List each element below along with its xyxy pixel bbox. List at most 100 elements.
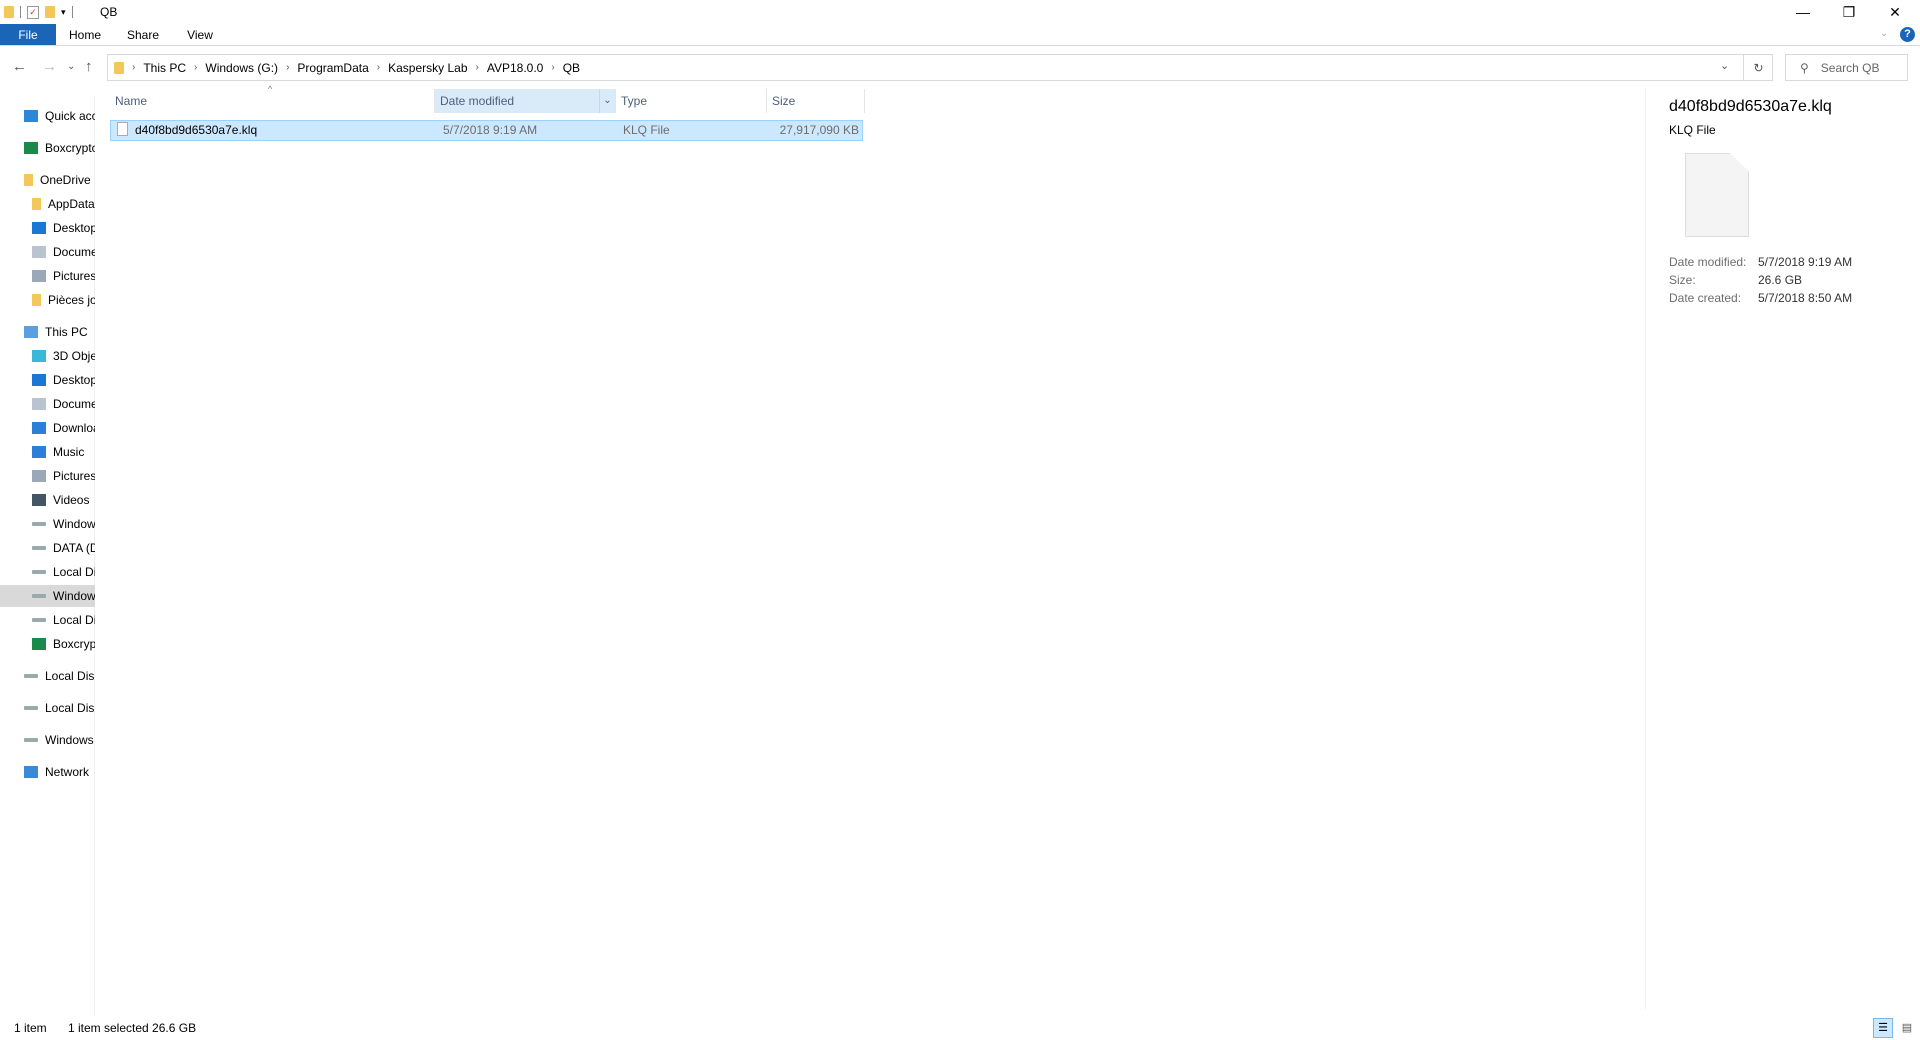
breadcrumb-kaspersky-lab[interactable]: Kaspersky Lab (388, 61, 467, 75)
chevron-right-icon[interactable]: › (476, 62, 479, 73)
sidebar-item-label: AppData (48, 197, 95, 211)
sidebar-item[interactable]: Local Disk (0, 609, 95, 631)
breadcrumb-qb[interactable]: QB (563, 61, 580, 75)
close-button[interactable]: ✕ (1872, 0, 1918, 24)
sidebar-item[interactable]: Pictures (0, 265, 95, 287)
chevron-right-icon[interactable]: › (194, 62, 197, 73)
sidebar-item[interactable]: Desktop (0, 217, 95, 239)
sidebar-item[interactable]: Windows (0, 729, 95, 751)
help-icon[interactable]: ? (1900, 27, 1915, 42)
title-bar (0, 0, 1920, 24)
address-dropdown-icon[interactable]: ⌄ (1720, 59, 1729, 72)
expand-ribbon-icon[interactable]: ⌄ (1880, 28, 1888, 39)
breadcrumb-avp18[interactable]: AVP18.0.0 (487, 61, 543, 75)
file-icon (117, 122, 128, 136)
window-title: QB (100, 5, 118, 19)
customize-dropdown-icon[interactable]: ▾ (61, 7, 66, 18)
back-button[interactable]: ← (12, 58, 27, 75)
tab-file[interactable]: File (0, 24, 56, 45)
sidebar-item[interactable]: Local Disk (0, 697, 95, 719)
properties-icon[interactable]: ✓ (27, 5, 39, 19)
downloads-icon (32, 422, 46, 434)
sidebar-item[interactable]: Network (0, 761, 95, 783)
column-header-size[interactable]: Size (767, 89, 865, 113)
forward-button[interactable]: → (42, 58, 57, 75)
sidebar-item[interactable]: Pictures (0, 465, 95, 487)
sidebar-item[interactable]: Local Disk (0, 561, 95, 583)
details-labels: Date modified: Size: Date created: (1669, 253, 1746, 307)
documents-icon (32, 246, 46, 258)
divider (71, 6, 73, 18)
sidebar-item[interactable]: This PC (0, 321, 95, 343)
tab-share[interactable]: Share (122, 24, 164, 45)
music-icon (32, 446, 46, 458)
sidebar-item-label: Local Disk (45, 669, 95, 683)
tab-home[interactable]: Home (64, 24, 106, 45)
sidebar-item[interactable]: Videos (0, 489, 95, 511)
chevron-right-icon[interactable]: › (377, 62, 380, 73)
sidebar-item-label: Videos (53, 493, 90, 507)
sidebar-item[interactable]: OneDrive (0, 169, 95, 191)
address-bar[interactable]: › This PC › Windows (G:) › ProgramData ›… (107, 54, 1773, 81)
documents-icon (32, 398, 46, 410)
up-button[interactable]: ↑ (85, 58, 93, 75)
minimize-button[interactable]: — (1780, 0, 1826, 24)
sidebar-item[interactable]: Boxcryptor (0, 633, 95, 655)
file-name[interactable]: d40f8bd9d6530a7e.klq (135, 123, 257, 137)
sidebar-item[interactable]: Downloads (0, 417, 95, 439)
sidebar-item-label: Music (53, 445, 85, 459)
folder-icon (114, 61, 124, 74)
chevron-right-icon[interactable]: › (551, 62, 554, 73)
prop-label: Date modified: (1669, 255, 1747, 269)
column-header-date-modified[interactable]: Date modified ⌄ (435, 89, 616, 113)
drive-icon (24, 706, 38, 710)
sidebar-item-label: 3D Objects (53, 349, 95, 363)
chevron-right-icon[interactable]: › (286, 62, 289, 73)
sidebar-item[interactable]: Music (0, 441, 95, 463)
column-header-name[interactable]: Name (110, 89, 435, 113)
status-item-count: 1 item (14, 1021, 47, 1035)
sidebar-item-label: Downloads (53, 421, 95, 435)
pictures-icon (32, 470, 46, 482)
drive-icon (24, 674, 38, 678)
sidebar-item[interactable]: Quick access (0, 105, 95, 127)
breadcrumb-windows-g[interactable]: Windows (G:) (205, 61, 278, 75)
file-date-modified: 5/7/2018 9:19 AM (443, 123, 538, 137)
sidebar-item[interactable]: 3D Objects (0, 345, 95, 367)
drive-icon (32, 522, 46, 526)
desktop-icon (32, 222, 46, 234)
breadcrumb-programdata[interactable]: ProgramData (297, 61, 368, 75)
sidebar-item-label: Boxcryptor (45, 141, 95, 155)
refresh-button[interactable]: ↻ (1743, 54, 1773, 81)
column-header-type[interactable]: Type (616, 89, 767, 113)
restore-button[interactable]: ❐ (1826, 0, 1872, 24)
sidebar-item-label: Network (45, 765, 90, 779)
details-values: 5/7/2018 9:19 AM 26.6 GB 5/7/2018 8:50 A… (1758, 253, 1852, 307)
sidebar-item[interactable]: Local Disk (0, 665, 95, 687)
sidebar-item[interactable]: Documents (0, 393, 95, 415)
search-placeholder: Search QB (1820, 60, 1880, 75)
recent-locations-icon[interactable]: ⌄ (67, 61, 75, 72)
details-file-name: d40f8bd9d6530a7e.klq (1669, 98, 1832, 115)
sidebar-item-label: Desktop (53, 373, 95, 387)
sidebar-item[interactable]: DATA (D:) (0, 537, 95, 559)
large-icons-view-button[interactable]: ▤ (1897, 1018, 1917, 1038)
sidebar-item[interactable]: Pièces jointes (0, 289, 95, 311)
file-size: 27,917,090 KB (779, 123, 859, 137)
pictures-icon (32, 270, 46, 282)
sidebar-item[interactable]: Documents (0, 241, 95, 263)
sidebar-item-label: Pièces jointes (48, 293, 95, 307)
search-input[interactable]: ⚲ Search QB (1785, 54, 1908, 81)
sidebar-item[interactable]: Desktop (0, 369, 95, 391)
details-view-button[interactable]: ☰ (1873, 1018, 1893, 1038)
new-folder-icon[interactable] (45, 6, 55, 18)
filter-dropdown-icon[interactable]: ⌄ (599, 89, 615, 113)
sidebar-item[interactable]: Windows (G:) (0, 585, 95, 607)
tab-view[interactable]: View (180, 24, 220, 45)
quick-access-toolbar: ✓ ▾ (4, 4, 73, 20)
chevron-right-icon[interactable]: › (132, 62, 135, 73)
sidebar-item[interactable]: AppData (0, 193, 95, 215)
sidebar-item[interactable]: Windows (C:) (0, 513, 95, 535)
sidebar-item[interactable]: Boxcryptor (0, 137, 95, 159)
breadcrumb-this-pc[interactable]: This PC (143, 61, 186, 75)
